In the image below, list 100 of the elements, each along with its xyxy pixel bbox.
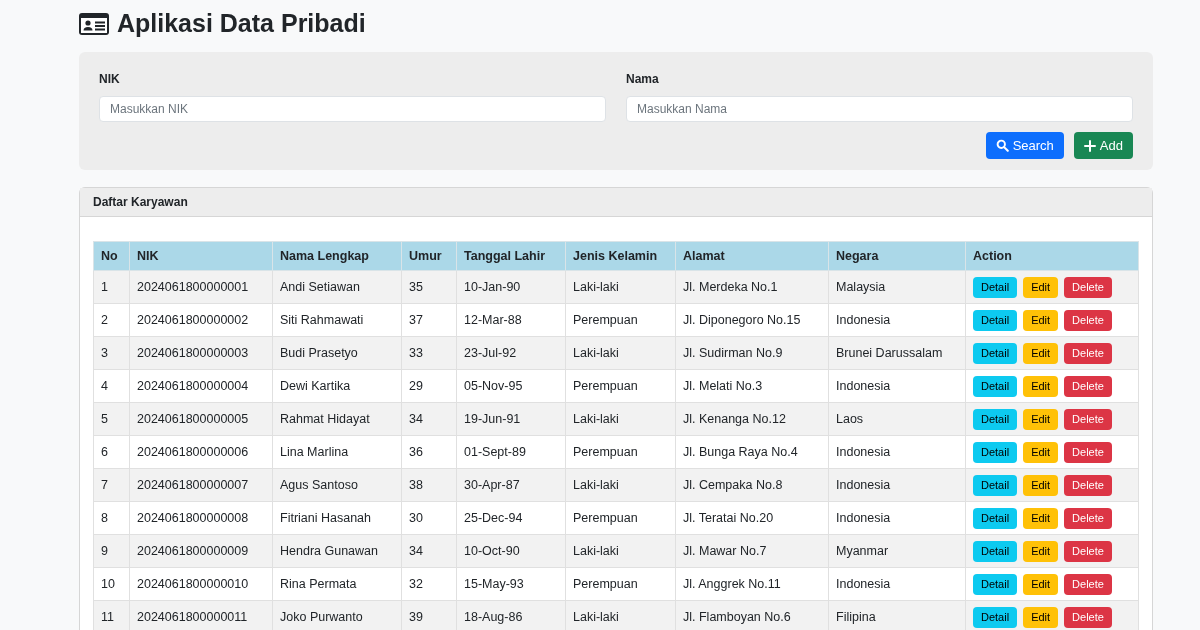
- table-cell: 34: [401, 534, 457, 568]
- table-cell: Laki-laki: [565, 336, 676, 370]
- table-cell: 6: [93, 435, 130, 469]
- delete-button[interactable]: Delete: [1064, 342, 1112, 364]
- table-cell: Laki-laki: [565, 402, 676, 436]
- field-label: Nama: [626, 71, 660, 88]
- input-field[interactable]: Masukkan NIK: [99, 96, 606, 122]
- table-cell: Jl. Melati No.3: [675, 369, 829, 403]
- detail-button[interactable]: Detail: [973, 507, 1018, 529]
- page-title: Aplikasi Data Pribadi: [117, 8, 366, 40]
- table-cell: Perempuan: [565, 435, 676, 469]
- card-title: Daftar Karyawan: [93, 194, 188, 211]
- detail-button[interactable]: Detail: [973, 276, 1018, 298]
- table-cell: 30: [401, 501, 457, 535]
- detail-button[interactable]: Detail: [973, 375, 1018, 397]
- delete-button[interactable]: Delete: [1064, 408, 1112, 430]
- detail-button[interactable]: Detail: [973, 408, 1018, 430]
- table-cell: Perempuan: [565, 567, 676, 601]
- table-cell: 10-Jan-90: [456, 270, 566, 304]
- id-card-icon: [79, 13, 109, 35]
- detail-button[interactable]: Detail: [973, 474, 1018, 496]
- table-cell: 29: [401, 369, 457, 403]
- table-cell: 2024061800000001: [129, 270, 273, 304]
- table-cell: Dewi Kartika: [272, 369, 402, 403]
- table-cell: 2024061800000005: [129, 402, 273, 436]
- column-header: No: [93, 241, 130, 271]
- delete-button[interactable]: Delete: [1064, 375, 1112, 397]
- table-cell: Indonesia: [828, 303, 966, 337]
- detail-button[interactable]: Detail: [973, 441, 1018, 463]
- edit-button[interactable]: Edit: [1023, 342, 1059, 364]
- table-cell: 25-Dec-94: [456, 501, 566, 535]
- table-cell: Brunei Darussalam: [828, 336, 966, 370]
- table-cell: 3: [93, 336, 130, 370]
- table-cell: 2024061800000004: [129, 369, 273, 403]
- table-cell: Jl. Kenanga No.12: [675, 402, 829, 436]
- table-cell: Indonesia: [828, 369, 966, 403]
- table-cell: 2024061800000009: [129, 534, 273, 568]
- edit-button[interactable]: Edit: [1023, 441, 1059, 463]
- add-button[interactable]: Add: [1073, 132, 1133, 159]
- table-cell: Laki-laki: [565, 468, 676, 502]
- table-cell: 30-Apr-87: [456, 468, 566, 502]
- table-cell: 8: [93, 501, 130, 535]
- table-cell: Indonesia: [828, 468, 966, 502]
- table-cell: 36: [401, 435, 457, 469]
- search-button[interactable]: Search: [985, 132, 1064, 159]
- table-cell: Fitriani Hasanah: [272, 501, 402, 535]
- delete-button[interactable]: Delete: [1064, 606, 1112, 628]
- table-cell: 05-Nov-95: [456, 369, 566, 403]
- delete-button[interactable]: Delete: [1064, 507, 1112, 529]
- delete-button[interactable]: Delete: [1064, 309, 1112, 331]
- table-cell: Jl. Anggrek No.11: [675, 567, 829, 601]
- table-cell: 38: [401, 468, 457, 502]
- table-cell: 01-Sept-89: [456, 435, 566, 469]
- edit-button[interactable]: Edit: [1023, 507, 1059, 529]
- table-cell: 5: [93, 402, 130, 436]
- table-cell: Jl. Merdeka No.1: [675, 270, 829, 304]
- detail-button[interactable]: Detail: [973, 573, 1018, 595]
- delete-button[interactable]: Delete: [1064, 276, 1112, 298]
- table-cell: Perempuan: [565, 369, 676, 403]
- table-cell: 2024061800000008: [129, 501, 273, 535]
- table-cell: Jl. Diponegoro No.15: [675, 303, 829, 337]
- table-cell: Rina Permata: [272, 567, 402, 601]
- edit-button[interactable]: Edit: [1023, 375, 1059, 397]
- detail-button[interactable]: Detail: [973, 342, 1018, 364]
- table-cell: Indonesia: [828, 435, 966, 469]
- column-header: NIK: [129, 241, 273, 271]
- delete-button[interactable]: Delete: [1064, 540, 1112, 562]
- table-cell: 1: [93, 270, 130, 304]
- edit-button[interactable]: Edit: [1023, 606, 1059, 628]
- field-label: NIK: [99, 71, 121, 88]
- detail-button[interactable]: Detail: [973, 606, 1018, 628]
- column-header: Umur: [401, 241, 457, 271]
- detail-button[interactable]: Detail: [973, 540, 1018, 562]
- edit-button[interactable]: Edit: [1023, 474, 1059, 496]
- edit-button[interactable]: Edit: [1023, 309, 1059, 331]
- input-field[interactable]: Masukkan Nama: [626, 96, 1133, 122]
- table-cell: Laos: [828, 402, 966, 436]
- delete-button[interactable]: Delete: [1064, 573, 1112, 595]
- table-cell: 12-Mar-88: [456, 303, 566, 337]
- table-cell: Lina Marlina: [272, 435, 402, 469]
- detail-button[interactable]: Detail: [973, 309, 1018, 331]
- table-cell: Rahmat Hidayat: [272, 402, 402, 436]
- table-cell: 2024061800000003: [129, 336, 273, 370]
- edit-button[interactable]: Edit: [1023, 408, 1059, 430]
- column-header: Jenis Kelamin: [565, 241, 676, 271]
- delete-button[interactable]: Delete: [1064, 474, 1112, 496]
- table-cell: 35: [401, 270, 457, 304]
- table-cell: 9: [93, 534, 130, 568]
- table-cell: 2024061800000010: [129, 567, 273, 601]
- delete-button[interactable]: Delete: [1064, 441, 1112, 463]
- table-cell: 15-May-93: [456, 567, 566, 601]
- edit-button[interactable]: Edit: [1023, 573, 1059, 595]
- edit-button[interactable]: Edit: [1023, 540, 1059, 562]
- table-cell: Jl. Mawar No.7: [675, 534, 829, 568]
- table-cell: Andi Setiawan: [272, 270, 402, 304]
- table-cell: Budi Prasetyo: [272, 336, 402, 370]
- table-cell: 2024061800000006: [129, 435, 273, 469]
- edit-button[interactable]: Edit: [1023, 276, 1059, 298]
- table-cell: 2024061800000002: [129, 303, 273, 337]
- table-cell: 23-Jul-92: [456, 336, 566, 370]
